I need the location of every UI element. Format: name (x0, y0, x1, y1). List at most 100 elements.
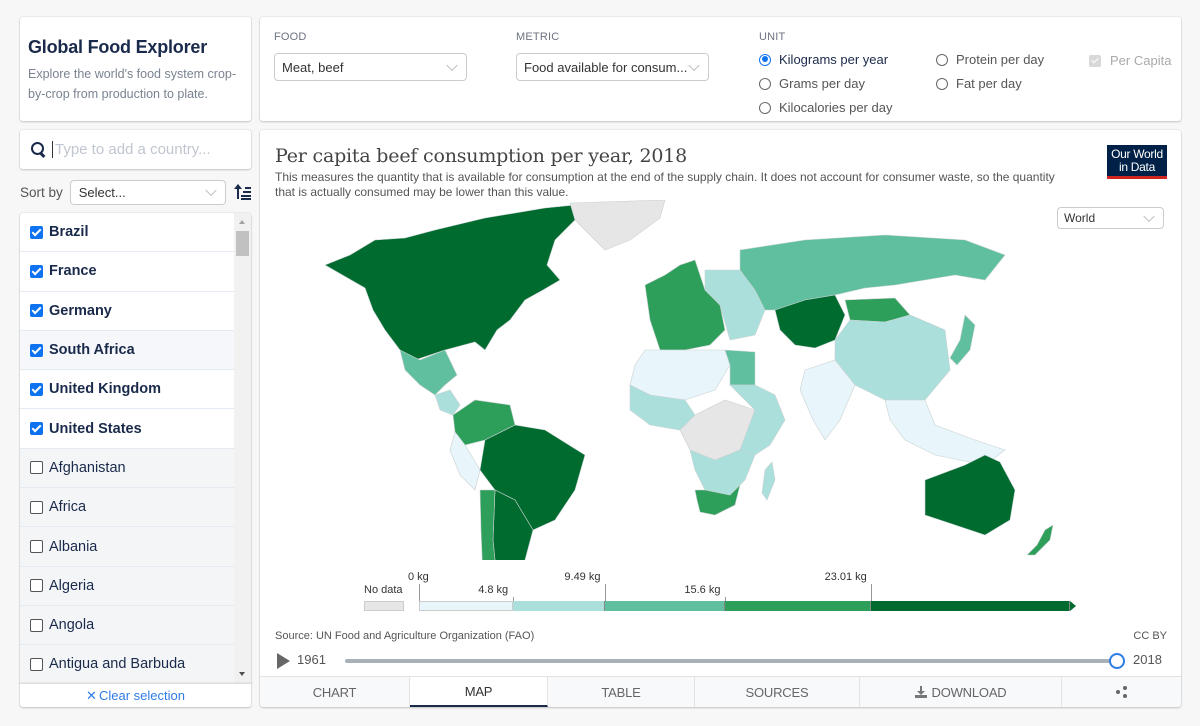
tab-table[interactable]: TABLE (548, 677, 695, 707)
country-search[interactable] (20, 130, 251, 169)
checkbox-unchecked[interactable] (30, 618, 43, 632)
checkbox-unchecked[interactable] (30, 579, 43, 593)
metric-label: METRIC (516, 31, 560, 43)
checkbox-checked[interactable] (30, 225, 43, 239)
unit-option[interactable]: Kilocalories per day (759, 100, 892, 115)
per-capita-checkbox[interactable]: Per Capita (1089, 53, 1171, 68)
sort-select[interactable]: Select... (69, 179, 227, 205)
timeline-slider-track[interactable] (345, 659, 1117, 663)
map-region-central-america[interactable] (434, 389, 461, 416)
tab-download[interactable]: DOWNLOAD (860, 677, 1062, 707)
unit-option-label: Kilograms per year (779, 52, 889, 67)
unit-option[interactable]: Kilograms per year (759, 52, 888, 67)
map-region-mexico[interactable] (399, 349, 458, 396)
map-region-greenland[interactable] (569, 200, 666, 251)
country-list-item[interactable]: Algeria (20, 566, 234, 606)
checkbox-unchecked[interactable] (30, 657, 43, 671)
country-name: United Kingdom (49, 381, 161, 398)
legend-bin-4 (871, 601, 1070, 611)
country-name: France (49, 263, 97, 280)
country-list-item[interactable]: Afghanistan (20, 448, 234, 489)
radio-unselected[interactable] (936, 77, 948, 90)
unit-option[interactable]: Fat per day (936, 76, 1022, 91)
country-list-item[interactable]: Antigua and Barbuda (20, 645, 234, 683)
radio-unselected[interactable] (759, 77, 771, 90)
chart-panel: Per capita beef consumption per year, 20… (260, 130, 1181, 707)
sort-select-value: Select... (78, 184, 126, 200)
checkbox-checked[interactable] (30, 264, 43, 278)
unit-option-label: Kilocalories per day (779, 100, 893, 115)
country-list-item[interactable]: Brazil (20, 213, 234, 253)
map-region-madagascar[interactable] (761, 461, 776, 501)
food-label: FOOD (274, 31, 307, 43)
country-list-item[interactable]: South Africa (20, 330, 234, 371)
food-select[interactable]: Meat, beef (274, 53, 467, 81)
chart-subtitle: This measures the quantity that is avail… (275, 170, 1055, 199)
country-list-item[interactable]: France (20, 252, 234, 292)
map-region-north-america-usa-canada-[interactable] (324, 203, 586, 361)
world-map[interactable] (260, 200, 1181, 560)
chevron-down-icon (688, 59, 700, 72)
map-region-new-zealand[interactable] (1026, 524, 1054, 556)
map-region-southern-africa[interactable] (689, 449, 756, 496)
play-icon[interactable] (277, 653, 290, 669)
radio-unselected[interactable] (759, 101, 771, 114)
timeline-slider-handle[interactable] (1109, 653, 1125, 669)
map-region-japan[interactable] (949, 314, 976, 366)
checkbox-unchecked[interactable] (30, 461, 43, 475)
country-list-item[interactable]: Angola (20, 605, 234, 646)
unit-option[interactable]: Protein per day (936, 52, 1044, 67)
legend-no-data-swatch (364, 601, 404, 611)
food-select-value: Meat, beef (282, 60, 344, 75)
logo-line-2: in Data (1119, 159, 1155, 174)
country-list-item[interactable]: Germany (20, 291, 234, 331)
tab-sources[interactable]: SOURCES (695, 677, 860, 707)
country-name: Algeria (49, 577, 95, 594)
scroll-up-icon[interactable] (239, 220, 245, 224)
country-name: Africa (49, 499, 87, 516)
country-search-input[interactable] (52, 141, 242, 158)
clear-selection-label: Clear selection (98, 688, 185, 703)
legend-tick (725, 597, 726, 601)
app-header-card: Global Food Explorer Explore the world's… (20, 17, 251, 121)
tab-map[interactable]: MAP (410, 677, 548, 707)
unit-option-label: Fat per day (956, 76, 1022, 91)
checkbox-checked[interactable] (30, 382, 43, 396)
country-list-item[interactable]: United States (20, 409, 234, 449)
scrollbar-thumb[interactable] (236, 231, 249, 256)
share-button[interactable] (1062, 677, 1181, 707)
country-list-item[interactable]: Africa (20, 488, 234, 528)
timeline-end-year: 2018 (1133, 652, 1162, 667)
metric-select[interactable]: Food available for consum... (516, 53, 709, 81)
map-region-australia[interactable] (924, 454, 1016, 536)
share-icon (1116, 686, 1127, 698)
unit-option[interactable]: Grams per day (759, 76, 865, 91)
radio-selected[interactable] (759, 53, 771, 66)
source-note[interactable]: Source: UN Food and Agriculture Organiza… (275, 630, 534, 642)
country-list-item[interactable]: Albania (20, 527, 234, 567)
country-list-item[interactable]: United Kingdom (20, 370, 234, 410)
country-name: Antigua and Barbuda (49, 656, 186, 673)
radio-unselected[interactable] (936, 53, 948, 66)
clear-selection-button[interactable]: ✕ Clear selection (20, 683, 251, 707)
owid-logo[interactable]: Our World in Data (1107, 145, 1167, 179)
tab-chart[interactable]: CHART (260, 677, 410, 707)
country-list-scrollbar[interactable] (234, 213, 251, 683)
legend-bin-3 (725, 601, 871, 611)
license-link[interactable]: CC BY (1133, 630, 1167, 642)
checkbox-unchecked[interactable] (30, 500, 43, 514)
search-icon (30, 141, 48, 159)
legend-break-label: 0 kg (408, 571, 429, 583)
sort-order-icon[interactable] (234, 184, 251, 200)
country-name: Brazil (49, 224, 89, 241)
tab-label: CHART (312, 684, 357, 700)
checkbox-unchecked[interactable] (30, 540, 43, 554)
scroll-down-icon[interactable] (239, 672, 245, 676)
app-description: Explore the world's food system crop-by-… (28, 67, 237, 101)
checkbox-checked[interactable] (30, 422, 43, 436)
map-region-egypt[interactable] (724, 349, 756, 386)
checkbox-checked[interactable] (30, 343, 43, 357)
legend-tick (871, 584, 872, 601)
checkbox-checked[interactable] (30, 304, 43, 318)
map-region-southeast-asia[interactable] (884, 399, 1006, 466)
